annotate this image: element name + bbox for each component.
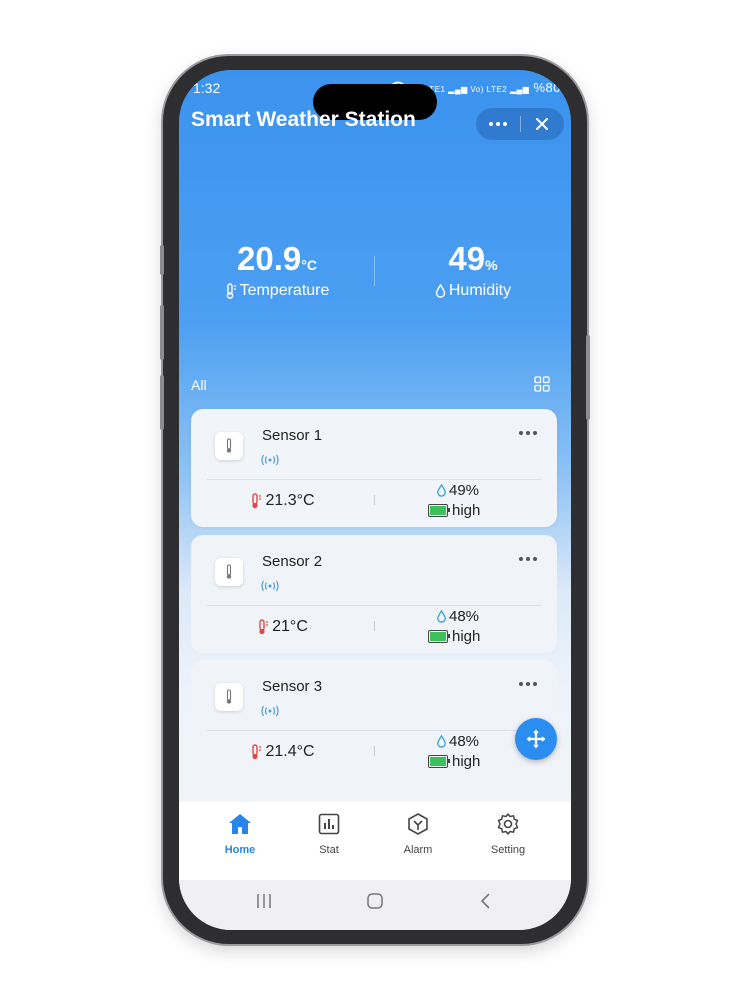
sensor-card[interactable]: Sensor 1 21.3°C 49% high: [191, 409, 557, 527]
battery-icon: [428, 630, 450, 643]
more-dots-icon[interactable]: [476, 108, 520, 140]
wireless-signal-icon: [260, 579, 280, 597]
battery-icon: [428, 504, 450, 517]
more-options-icon[interactable]: [519, 557, 537, 561]
humidity-reading: 49%: [449, 482, 480, 499]
alarm-icon: [408, 813, 428, 835]
more-options-icon[interactable]: [519, 682, 537, 686]
back-icon[interactable]: [479, 892, 493, 915]
sensor-device-icon: [215, 558, 243, 586]
close-icon[interactable]: [520, 108, 564, 140]
mini-program-capsule: [476, 108, 564, 140]
sensor-temperature: 21°C: [191, 618, 374, 636]
chart-icon: [318, 813, 340, 835]
tab-label: Setting: [490, 844, 526, 856]
phone-side-button: [160, 375, 164, 430]
droplet-icon: [437, 484, 446, 497]
sensor-battery: high: [428, 753, 480, 770]
thermometer-icon: [252, 493, 262, 509]
humidity-reading: 48%: [449, 733, 480, 750]
sensor-card[interactable]: Sensor 3 21.4°C 48% high: [191, 660, 557, 778]
wireless-signal-icon: [260, 704, 280, 722]
card-divider: [207, 479, 541, 480]
droplet-icon: [435, 284, 446, 298]
temperature-reading: 21°C: [272, 618, 308, 635]
sensor-temperature: 21.3°C: [191, 492, 374, 510]
droplet-icon: [437, 735, 446, 748]
sensor-humidity: 48%: [436, 733, 479, 750]
battery-status: high: [452, 502, 481, 519]
home-nav-icon[interactable]: [366, 892, 384, 915]
temperature-label: Temperature: [239, 282, 330, 299]
more-options-icon[interactable]: [519, 431, 537, 435]
sensor-humidity: 49%: [436, 482, 479, 499]
sensor-card[interactable]: Sensor 2 21°C 48% high: [191, 535, 557, 653]
tab-label: Alarm: [403, 844, 433, 856]
sensor-name: Sensor 3: [262, 678, 323, 695]
humidity-reading: 48%: [449, 608, 480, 625]
temperature-value: 20.9: [237, 240, 302, 277]
reading-divider: [374, 621, 375, 631]
sensor-device-icon: [215, 432, 243, 460]
sensor-name: Sensor 2: [262, 553, 323, 570]
add-sensor-button[interactable]: [515, 718, 557, 760]
battery-percent: %80: [533, 80, 561, 95]
humidity-value: 49: [448, 240, 486, 277]
grid-icon[interactable]: [534, 376, 550, 397]
temperature-reading: 21.3°C: [265, 492, 315, 509]
droplet-icon: [437, 610, 446, 623]
card-divider: [207, 730, 541, 731]
phone-power-button: [586, 335, 590, 420]
move-plus-icon: [526, 729, 546, 749]
gear-icon: [497, 813, 519, 835]
app-title: Smart Weather Station: [191, 108, 416, 131]
sensor-name: Sensor 1: [262, 427, 323, 444]
humidity-label: Humidity: [448, 282, 512, 299]
reading-divider: [374, 746, 375, 756]
phone-side-button: [160, 245, 164, 275]
battery-status: high: [452, 753, 481, 770]
temperature-unit: °C: [301, 257, 317, 273]
app-screen: 1:32 Vo) LTE1 ▂▄▆ Vo) LTE2 ▂▄▆ %80 Smart…: [179, 70, 571, 930]
thermometer-icon: [252, 744, 262, 760]
card-divider: [207, 605, 541, 606]
bottom-tab-bar: Home Stat Alarm Setting: [179, 802, 571, 880]
tab-label: Stat: [319, 844, 339, 856]
tab-home[interactable]: Home: [200, 810, 280, 856]
tab-setting[interactable]: Setting: [468, 810, 548, 856]
reading-divider: [374, 495, 375, 505]
recent-apps-icon[interactable]: [255, 892, 273, 915]
status-time: 1:32: [193, 80, 221, 96]
wireless-signal-icon: [260, 453, 280, 471]
humidity-unit: %: [485, 257, 498, 273]
battery-status: high: [452, 628, 481, 645]
tab-stat[interactable]: Stat: [289, 810, 369, 856]
temperature-summary: 20.9°C Temperature: [179, 240, 375, 300]
thermometer-icon: [226, 283, 236, 299]
system-nav-bar: [179, 880, 571, 930]
battery-icon: [428, 755, 450, 768]
sensor-device-icon: [215, 683, 243, 711]
tab-alarm[interactable]: Alarm: [378, 810, 458, 856]
temperature-reading: 21.4°C: [265, 743, 315, 760]
humidity-summary: 49% Humidity: [375, 240, 571, 300]
sensor-humidity: 48%: [436, 608, 479, 625]
tab-label: Home: [224, 844, 256, 856]
filter-all-label[interactable]: All: [191, 377, 207, 393]
home-icon: [229, 814, 251, 834]
sensor-battery: high: [428, 502, 480, 519]
sensor-temperature: 21.4°C: [191, 743, 374, 761]
thermometer-icon: [259, 619, 269, 635]
sensor-battery: high: [428, 628, 480, 645]
phone-side-button: [160, 305, 164, 360]
